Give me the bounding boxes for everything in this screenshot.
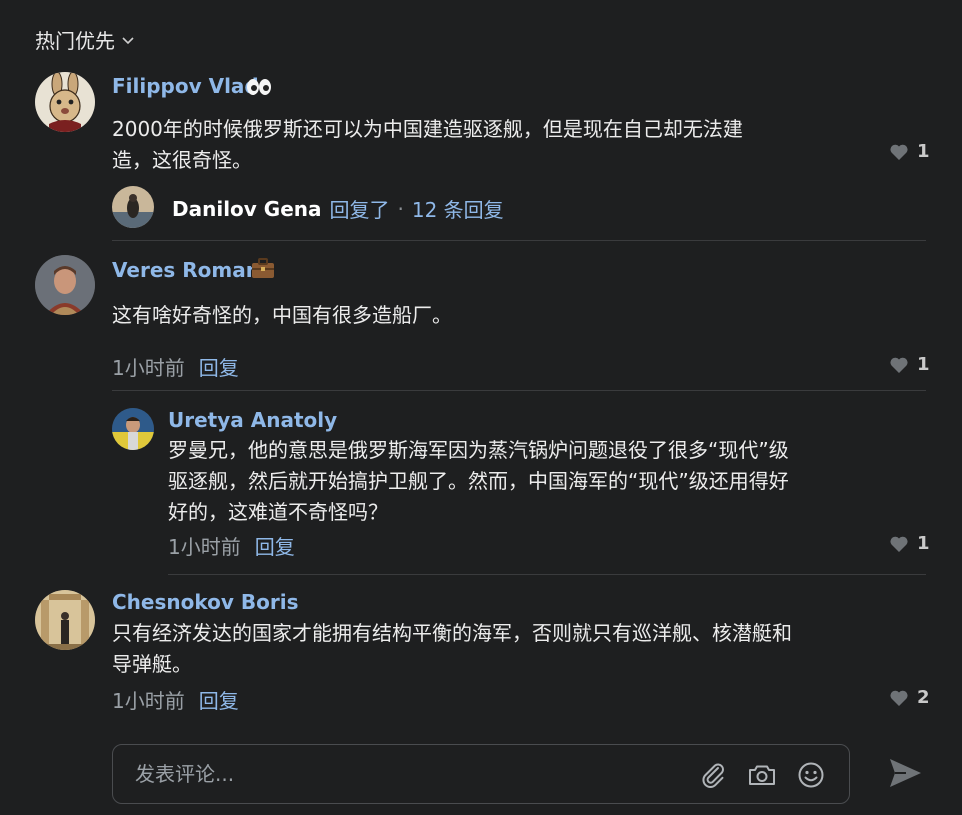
divider xyxy=(112,390,926,391)
like-count: 1 xyxy=(917,141,930,162)
heart-icon xyxy=(890,690,908,706)
like-button[interactable]: 1 xyxy=(889,533,930,554)
avatar[interactable] xyxy=(35,72,95,132)
separator-dot: · xyxy=(397,196,404,221)
replier-avatar[interactable] xyxy=(112,186,154,228)
comment-input[interactable] xyxy=(135,757,675,791)
comment-text-line: 造，这很奇怪。 xyxy=(112,148,252,172)
comment-author[interactable]: Filippov Vlad xyxy=(112,74,259,98)
comments-panel: 热门优先 Filippov Vlad 2000年的时候俄罗斯还可以为中国建造驱逐… xyxy=(0,0,962,815)
sort-label: 热门优先 xyxy=(35,29,115,53)
comment-text: 2000年的时候俄罗斯还可以为中国建造驱逐舰，但是现在自己却无法建 造，这很奇怪… xyxy=(112,114,872,176)
reply-author[interactable]: Uretya Anatoly xyxy=(168,408,337,432)
heart-icon xyxy=(890,357,908,373)
heart-icon xyxy=(890,144,908,160)
avatar[interactable] xyxy=(35,590,95,650)
reply-text-line: 罗曼兄，他的意思是俄罗斯海军因为蒸汽锅炉问题退役了很多“现代”级 xyxy=(168,438,789,462)
smile-icon[interactable] xyxy=(795,759,827,791)
divider xyxy=(112,240,926,241)
camera-icon[interactable] xyxy=(746,759,778,791)
like-button[interactable]: 1 xyxy=(889,354,930,375)
replier-name[interactable]: Danilov Gena xyxy=(172,197,322,221)
comment-text: 这有啥好奇怪的，中国有很多造船厂。 xyxy=(112,300,872,331)
comment-text-line: 导弹艇。 xyxy=(112,652,192,676)
like-count: 1 xyxy=(917,354,930,375)
sort-dropdown[interactable]: 热门优先 xyxy=(35,25,135,54)
comment-composer xyxy=(112,744,850,804)
comment-text-line: 这有啥好奇怪的，中国有很多造船厂。 xyxy=(112,303,452,327)
reply-text: 罗曼兄，他的意思是俄罗斯海军因为蒸汽锅炉问题退役了很多“现代”级 驱逐舰，然后就… xyxy=(168,435,948,528)
briefcase-emoji-icon xyxy=(252,258,274,278)
heart-icon xyxy=(890,536,908,552)
comment-author[interactable]: Chesnokov Boris xyxy=(112,590,298,614)
replied-label[interactable]: 回复了 xyxy=(330,194,390,223)
like-count: 2 xyxy=(917,687,930,708)
avatar[interactable] xyxy=(112,408,154,450)
reply-button[interactable]: 回复 xyxy=(199,685,239,714)
reply-text-line: 驱逐舰，然后就开始搞护卫舰了。然而，中国海军的“现代”级还用得好 xyxy=(168,469,789,493)
like-count: 1 xyxy=(917,533,930,554)
timestamp: 1小时前 xyxy=(112,356,185,380)
divider xyxy=(168,574,926,575)
paperclip-icon[interactable] xyxy=(697,759,729,791)
comment-text: 只有经济发达的国家才能拥有结构平衡的海军，否则就只有巡洋舰、核潜艇和 导弹艇。 xyxy=(112,618,952,680)
replies-summary[interactable]: Danilov Gena 回复了 · 12 条回复 xyxy=(172,194,504,223)
like-button[interactable]: 2 xyxy=(889,687,930,708)
replies-count-link[interactable]: 12 条回复 xyxy=(412,194,504,223)
timestamp: 1小时前 xyxy=(112,689,185,713)
avatar[interactable] xyxy=(35,255,95,315)
comment-text-line: 2000年的时候俄罗斯还可以为中国建造驱逐舰，但是现在自己却无法建 xyxy=(112,117,743,141)
chevron-down-icon xyxy=(122,36,134,44)
eyes-emoji-icon xyxy=(247,79,271,95)
comment-author[interactable]: Veres Roman xyxy=(112,258,260,282)
reply-meta: 1小时前 回复 xyxy=(168,531,295,560)
like-button[interactable]: 1 xyxy=(889,141,930,162)
comment-meta: 1小时前 回复 xyxy=(112,685,239,714)
reply-button[interactable]: 回复 xyxy=(199,352,239,381)
comment-meta: 1小时前 回复 xyxy=(112,352,239,381)
send-icon[interactable] xyxy=(886,754,924,792)
comment-text-line: 只有经济发达的国家才能拥有结构平衡的海军，否则就只有巡洋舰、核潜艇和 xyxy=(112,621,792,645)
reply-text-line: 好的，这难道不奇怪吗？ xyxy=(168,500,388,524)
timestamp: 1小时前 xyxy=(168,535,241,559)
reply-button[interactable]: 回复 xyxy=(255,531,295,560)
